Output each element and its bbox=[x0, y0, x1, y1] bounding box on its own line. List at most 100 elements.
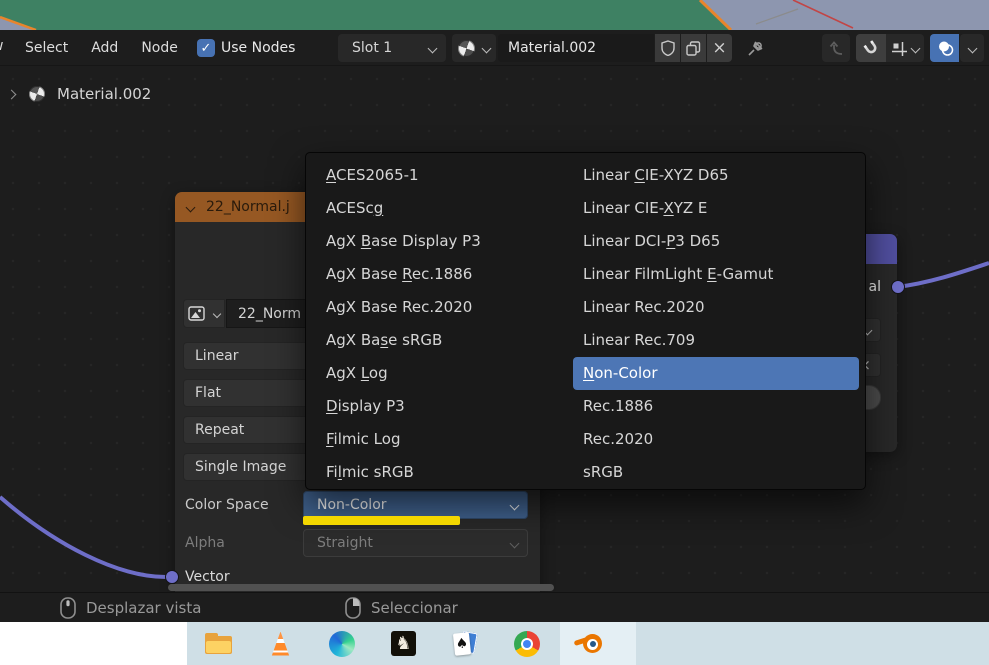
breadcrumb-material-name: Material.002 bbox=[57, 85, 152, 103]
taskbar-vlc[interactable] bbox=[265, 628, 296, 659]
horizontal-scrollbar[interactable] bbox=[168, 584, 554, 591]
menu-select[interactable]: Select bbox=[25, 40, 68, 56]
menu-item-linear-cie-xyz-d65[interactable]: Linear CIE-XYZ D65 bbox=[573, 159, 859, 192]
mouse-right-icon bbox=[345, 597, 361, 619]
breadcrumb: Material.002 bbox=[0, 82, 151, 106]
menu-item-linear-filmlight-e-gamut[interactable]: Linear FilmLight E-Gamut bbox=[573, 258, 859, 291]
viewport-scene bbox=[0, 0, 989, 32]
chevron-down-icon bbox=[212, 309, 222, 318]
color-space-popup-menu: ACES2065-1 ACEScg AgX Base Display P3 AgX B… bbox=[305, 152, 866, 490]
image-browser-dropdown[interactable] bbox=[183, 299, 225, 328]
status-bar: Desplazar vista Seleccionar bbox=[0, 592, 989, 622]
menu-item-filmic-srgb[interactable]: Filmic sRGB bbox=[316, 456, 563, 489]
menu-item-agx-base-rec-2020[interactable]: AgX Base Rec.2020 bbox=[316, 291, 563, 324]
fake-user-shield-button[interactable] bbox=[655, 34, 680, 62]
menu-item-filmic-log[interactable]: Filmic Log bbox=[316, 423, 563, 456]
snap-target-dropdown[interactable] bbox=[886, 34, 924, 62]
normal-output-label: al bbox=[868, 279, 881, 295]
vector-input-socket[interactable] bbox=[165, 570, 179, 584]
up-arrow-icon bbox=[829, 41, 843, 55]
color-space-dropdown[interactable]: Non-Color bbox=[303, 491, 528, 519]
taskbar-chrome[interactable] bbox=[511, 628, 542, 659]
normal-output-socket[interactable] bbox=[891, 280, 905, 294]
taskbar-blender[interactable] bbox=[573, 628, 604, 659]
menu-item-agx-log[interactable]: AgX Log bbox=[316, 357, 563, 390]
chess-knight-icon: ♞ bbox=[391, 631, 416, 656]
menu-item-linear-rec-2020[interactable]: Linear Rec.2020 bbox=[573, 291, 859, 324]
header-menus: Select Add Node bbox=[25, 30, 178, 65]
chevron-down-icon bbox=[427, 43, 438, 53]
taskbar-solitaire[interactable]: ♠ bbox=[449, 628, 480, 659]
blender-shader-editor-screen: w Select Add Node ✓ Use Nodes Slot 1 Mat… bbox=[0, 0, 989, 665]
taskbar-chess[interactable]: ♞ bbox=[388, 628, 419, 659]
taskbar-edge[interactable] bbox=[326, 628, 357, 659]
material-name-field[interactable]: Material.002 bbox=[498, 34, 654, 62]
taskbar-file-explorer[interactable] bbox=[203, 628, 234, 659]
menu-item-srgb[interactable]: sRGB bbox=[573, 456, 859, 489]
mouse-middle-icon bbox=[60, 597, 76, 619]
chevron-right-icon bbox=[6, 89, 17, 99]
menu-item-linear-cie-xyz-e[interactable]: Linear CIE-XYZ E bbox=[573, 192, 859, 225]
menu-item-agx-base-rec-1886[interactable]: AgX Base Rec.1886 bbox=[316, 258, 563, 291]
magnet-icon bbox=[863, 39, 876, 53]
blender-icon bbox=[573, 631, 604, 657]
menu-node[interactable]: Node bbox=[141, 40, 178, 56]
chevron-down-icon bbox=[509, 500, 520, 510]
popup-column-1: ACES2065-1 ACEScg AgX Base Display P3 AgX B… bbox=[310, 159, 567, 483]
menu-item-non-color[interactable]: Non-Color bbox=[573, 357, 859, 390]
shader-editor-header: w Select Add Node ✓ Use Nodes Slot 1 Mat… bbox=[0, 30, 989, 66]
menu-add[interactable]: Add bbox=[91, 40, 118, 56]
color-space-label: Color Space bbox=[185, 497, 269, 513]
snapping-group bbox=[856, 34, 924, 62]
menu-item-acescg[interactable]: ACEScg bbox=[316, 192, 563, 225]
image-icon bbox=[188, 306, 205, 321]
vector-label: Vector bbox=[185, 569, 230, 585]
material-browser-dropdown[interactable] bbox=[452, 34, 496, 62]
collapse-chevron-icon[interactable] bbox=[185, 202, 196, 212]
shield-icon bbox=[660, 40, 675, 56]
pin-icon[interactable] bbox=[745, 39, 765, 59]
material-sphere-icon bbox=[29, 86, 45, 102]
slot-dropdown[interactable]: Slot 1 bbox=[338, 34, 446, 62]
menu-view-clipped[interactable]: w bbox=[0, 30, 9, 65]
duplicate-icon bbox=[686, 40, 701, 56]
use-nodes-label: Use Nodes bbox=[221, 40, 296, 56]
snap-toggle-button[interactable] bbox=[856, 34, 886, 62]
viewport-sliver bbox=[0, 0, 989, 32]
edge-icon bbox=[328, 630, 355, 657]
vlc-icon bbox=[271, 631, 290, 656]
status-pan-hint: Desplazar vista bbox=[60, 593, 201, 623]
snap-increment-icon bbox=[892, 41, 907, 56]
alpha-label: Alpha bbox=[185, 535, 225, 551]
menu-item-aces2065-1[interactable]: ACES2065-1 bbox=[316, 159, 563, 192]
chevron-down-icon bbox=[910, 43, 921, 53]
use-nodes-checkbox[interactable]: ✓ bbox=[197, 39, 215, 57]
alpha-dropdown[interactable]: Straight bbox=[303, 529, 528, 557]
chrome-icon bbox=[513, 630, 540, 657]
file-explorer-icon bbox=[205, 633, 232, 654]
popup-column-2: Linear CIE-XYZ D65 Linear CIE-XYZ E Linear… bbox=[567, 159, 863, 483]
overlays-toggle-button[interactable] bbox=[930, 34, 959, 62]
overlays-dropdown[interactable] bbox=[960, 34, 984, 62]
menu-item-display-p3[interactable]: Display P3 bbox=[316, 390, 563, 423]
status-select-hint: Seleccionar bbox=[345, 593, 458, 623]
taskbar-white-area bbox=[0, 622, 187, 665]
menu-item-linear-dci-p3-d65[interactable]: Linear DCI-P3 D65 bbox=[573, 225, 859, 258]
node-title: 22_Normal.j bbox=[206, 199, 290, 215]
chevron-down-icon bbox=[967, 43, 977, 53]
node-editor-canvas[interactable]: Material.002 al × 22_Normal.j bbox=[0, 66, 989, 592]
chevron-down-icon bbox=[481, 43, 492, 53]
go-to-parent-button[interactable] bbox=[822, 34, 850, 62]
material-sphere-icon bbox=[458, 39, 475, 57]
os-taskbar: ♞ ♠ bbox=[0, 622, 989, 665]
yellow-highlight-marker bbox=[303, 516, 460, 525]
chevron-down-icon bbox=[509, 538, 520, 548]
menu-item-rec-2020[interactable]: Rec.2020 bbox=[573, 423, 859, 456]
menu-item-rec-1886[interactable]: Rec.1886 bbox=[573, 390, 859, 423]
unlink-material-button[interactable]: × bbox=[707, 34, 732, 62]
duplicate-material-button[interactable] bbox=[681, 34, 706, 62]
menu-item-agx-base-srgb[interactable]: AgX Base sRGB bbox=[316, 324, 563, 357]
solitaire-icon: ♠ bbox=[452, 630, 478, 657]
menu-item-linear-rec-709[interactable]: Linear Rec.709 bbox=[573, 324, 859, 357]
menu-item-agx-base-display-p3[interactable]: AgX Base Display P3 bbox=[316, 225, 563, 258]
